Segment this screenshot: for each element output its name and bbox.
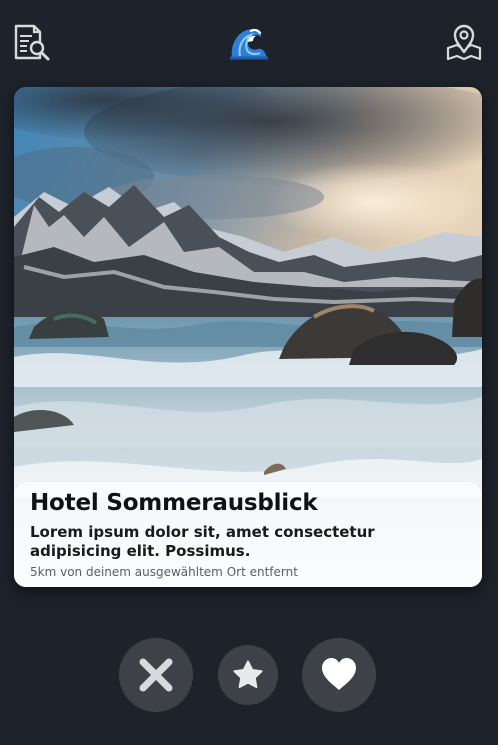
heart-icon xyxy=(322,658,356,690)
hotel-description: Lorem ipsum dolor sit, amet consectetur … xyxy=(30,523,375,560)
star-icon xyxy=(233,660,263,688)
map-pin-icon[interactable] xyxy=(444,22,484,62)
hotel-info-panel: Hotel Sommerausblick Lorem ipsum dolor s… xyxy=(14,482,482,587)
favorite-button[interactable] xyxy=(218,645,278,705)
x-icon xyxy=(139,658,173,692)
document-search-icon[interactable] xyxy=(12,22,52,62)
reject-button[interactable] xyxy=(119,638,193,712)
wave-icon[interactable] xyxy=(226,22,270,62)
hotel-card[interactable]: Hotel Sommerausblick Lorem ipsum dolor s… xyxy=(14,87,482,587)
top-bar xyxy=(0,0,498,85)
hotel-distance: 5km von deinem ausgewähltem Ort entfernt xyxy=(30,565,298,579)
hotel-title: Hotel Sommerausblick xyxy=(30,490,318,516)
like-button[interactable] xyxy=(302,638,376,712)
